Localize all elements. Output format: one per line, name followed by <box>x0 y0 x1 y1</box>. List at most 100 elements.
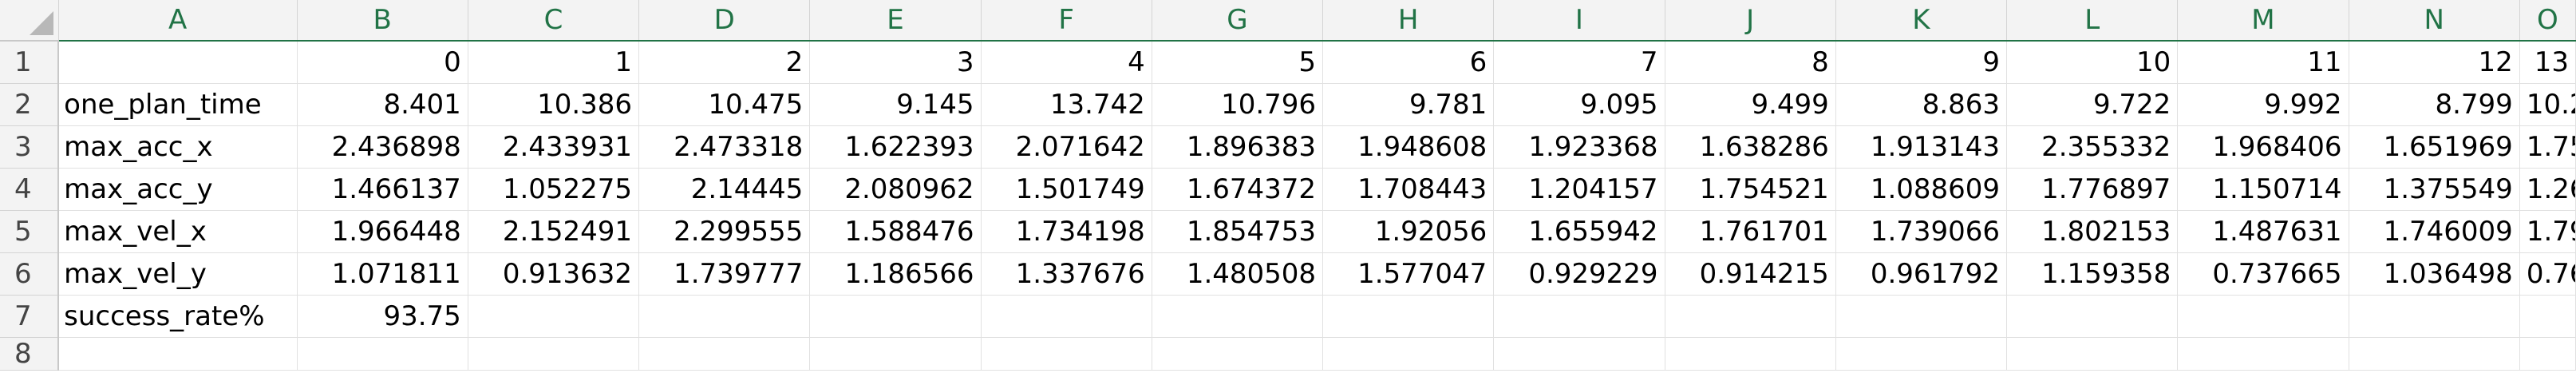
cell-f4[interactable]: 1.501749 <box>981 168 1152 211</box>
cell-o3[interactable]: 1.753742 <box>2519 125 2576 169</box>
cell-e7[interactable] <box>809 295 982 338</box>
cell-b7[interactable]: 93.75 <box>297 295 468 338</box>
cell-i2[interactable]: 9.095 <box>1493 83 1665 126</box>
cell-n1[interactable]: 12 <box>2349 41 2520 84</box>
cell-h1[interactable]: 6 <box>1322 41 1495 84</box>
cell-k2[interactable]: 8.863 <box>1835 83 2008 126</box>
cell-o1[interactable]: 13 <box>2519 41 2576 84</box>
cell-h4[interactable]: 1.708443 <box>1322 168 1495 211</box>
cell-c3[interactable]: 2.433931 <box>468 125 640 169</box>
cell-c4[interactable]: 1.052275 <box>468 168 640 211</box>
cell-j8[interactable] <box>1665 337 1836 371</box>
cell-o8[interactable] <box>2519 337 2576 371</box>
cell-n3[interactable]: 1.651969 <box>2349 125 2520 169</box>
cell-k3[interactable]: 1.913143 <box>1835 125 2008 169</box>
cell-f2[interactable]: 13.742 <box>981 83 1152 126</box>
cell-i4[interactable]: 1.204157 <box>1493 168 1665 211</box>
cell-l2[interactable]: 9.722 <box>2006 83 2179 126</box>
cell-b4[interactable]: 1.466137 <box>297 168 468 211</box>
cell-k5[interactable]: 1.739066 <box>1835 210 2008 253</box>
cell-m2[interactable]: 9.992 <box>2177 83 2349 126</box>
cell-m3[interactable]: 1.968406 <box>2177 125 2349 169</box>
column-header-h[interactable]: H <box>1322 0 1495 42</box>
row-header-6[interactable]: 6 <box>0 252 60 296</box>
cell-h3[interactable]: 1.948608 <box>1322 125 1495 169</box>
cell-a2[interactable]: one_plan_time <box>58 83 298 126</box>
cell-e3[interactable]: 1.622393 <box>809 125 982 169</box>
cell-i5[interactable]: 1.655942 <box>1493 210 1665 253</box>
cell-l6[interactable]: 1.159358 <box>2006 252 2179 296</box>
column-header-f[interactable]: F <box>981 0 1152 42</box>
cell-i7[interactable] <box>1493 295 1665 338</box>
cell-k8[interactable] <box>1835 337 2008 371</box>
cell-g2[interactable]: 10.796 <box>1152 83 1324 126</box>
cell-l5[interactable]: 1.802153 <box>2006 210 2179 253</box>
cell-k6[interactable]: 0.961792 <box>1835 252 2008 296</box>
cell-l1[interactable]: 10 <box>2006 41 2179 84</box>
cell-b5[interactable]: 1.966448 <box>297 210 468 253</box>
cell-h6[interactable]: 1.577047 <box>1322 252 1495 296</box>
cell-e2[interactable]: 9.145 <box>809 83 982 126</box>
column-header-e[interactable]: E <box>809 0 982 42</box>
cell-m6[interactable]: 0.737665 <box>2177 252 2349 296</box>
column-header-j[interactable]: J <box>1665 0 1836 42</box>
cell-f6[interactable]: 1.337676 <box>981 252 1152 296</box>
cell-a4[interactable]: max_acc_y <box>58 168 298 211</box>
cell-n2[interactable]: 8.799 <box>2349 83 2520 126</box>
row-header-3[interactable]: 3 <box>0 125 60 169</box>
column-header-m[interactable]: M <box>2177 0 2349 42</box>
cell-f7[interactable] <box>981 295 1152 338</box>
cell-l4[interactable]: 1.776897 <box>2006 168 2179 211</box>
cell-e1[interactable]: 3 <box>809 41 982 84</box>
cell-h2[interactable]: 9.781 <box>1322 83 1495 126</box>
cell-d8[interactable] <box>638 337 811 371</box>
column-header-g[interactable]: G <box>1152 0 1324 42</box>
cell-i3[interactable]: 1.923368 <box>1493 125 1665 169</box>
cell-g8[interactable] <box>1152 337 1324 371</box>
cell-a3[interactable]: max_acc_x <box>58 125 298 169</box>
cell-e6[interactable]: 1.186566 <box>809 252 982 296</box>
cell-n5[interactable]: 1.746009 <box>2349 210 2520 253</box>
cell-i8[interactable] <box>1493 337 1665 371</box>
cell-g6[interactable]: 1.480508 <box>1152 252 1324 296</box>
cell-j3[interactable]: 1.638286 <box>1665 125 1836 169</box>
cell-b1[interactable]: 0 <box>297 41 468 84</box>
cell-c6[interactable]: 0.913632 <box>468 252 640 296</box>
cell-b3[interactable]: 2.436898 <box>297 125 468 169</box>
cell-n4[interactable]: 1.375549 <box>2349 168 2520 211</box>
cell-g4[interactable]: 1.674372 <box>1152 168 1324 211</box>
row-header-8[interactable]: 8 <box>0 337 60 371</box>
column-header-i[interactable]: I <box>1493 0 1665 42</box>
cell-d4[interactable]: 2.14445 <box>638 168 811 211</box>
row-header-2[interactable]: 2 <box>0 83 60 126</box>
cell-f8[interactable] <box>981 337 1152 371</box>
cell-d2[interactable]: 10.475 <box>638 83 811 126</box>
column-header-c[interactable]: C <box>468 0 640 42</box>
cell-l7[interactable] <box>2006 295 2179 338</box>
cell-k4[interactable]: 1.088609 <box>1835 168 2008 211</box>
cell-o6[interactable]: 0.769849 <box>2519 252 2576 296</box>
cell-k1[interactable]: 9 <box>1835 41 2008 84</box>
column-header-l[interactable]: L <box>2006 0 2179 42</box>
cell-g7[interactable] <box>1152 295 1324 338</box>
cell-g3[interactable]: 1.896383 <box>1152 125 1324 169</box>
cell-h7[interactable] <box>1322 295 1495 338</box>
cell-j5[interactable]: 1.761701 <box>1665 210 1836 253</box>
cell-m8[interactable] <box>2177 337 2349 371</box>
cell-j7[interactable] <box>1665 295 1836 338</box>
cell-a7[interactable]: success_rate% <box>58 295 298 338</box>
cell-g5[interactable]: 1.854753 <box>1152 210 1324 253</box>
cell-b8[interactable] <box>297 337 468 371</box>
cell-j4[interactable]: 1.754521 <box>1665 168 1836 211</box>
cell-k7[interactable] <box>1835 295 2008 338</box>
cell-a8[interactable] <box>58 337 298 371</box>
cell-o5[interactable]: 1.794977 <box>2519 210 2576 253</box>
cell-d1[interactable]: 2 <box>638 41 811 84</box>
cell-n8[interactable] <box>2349 337 2520 371</box>
cell-c8[interactable] <box>468 337 640 371</box>
column-header-o[interactable]: O <box>2519 0 2576 42</box>
cell-e5[interactable]: 1.588476 <box>809 210 982 253</box>
column-header-d[interactable]: D <box>638 0 811 42</box>
cell-e4[interactable]: 2.080962 <box>809 168 982 211</box>
cell-f1[interactable]: 4 <box>981 41 1152 84</box>
